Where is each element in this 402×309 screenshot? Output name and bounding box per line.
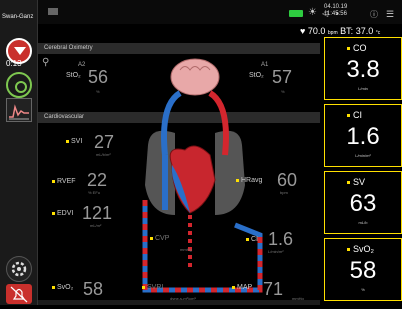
info-icon[interactable]: ⓘ [370,9,378,20]
zoom-icon[interactable]: ⚲ [42,57,49,68]
oxi-right-label: StO₂ [249,72,264,79]
svo2-label: SvO₂ [52,284,73,291]
bt-unit: °c [375,30,381,36]
oxi-right-value[interactable]: 57 [272,67,292,88]
hravg-value[interactable]: 60 [277,170,297,191]
oxi-left-channel: A2 [78,62,86,68]
tile-sv-label: SV [353,177,366,187]
rvef-value[interactable]: 22 [87,170,107,191]
svi-label: SVI [66,138,82,145]
left-lung [145,130,175,215]
oxi-left-value[interactable]: 56 [88,67,108,88]
cvp-unit: mmHg [180,247,192,252]
brightness-icon[interactable]: ☀ [308,7,317,18]
tile-ci-unit: L/min/m² [355,153,371,158]
heart-icon: ♥ [300,26,306,36]
tile-co-value: 3.8 [346,56,380,83]
date-text: 04.10.19 [324,4,348,10]
tile-co[interactable]: CO 3.8 L/min [324,37,402,100]
svi-value[interactable]: 27 [94,132,114,153]
bt-value: 37.0 [355,26,374,36]
trend-view-button[interactable] [6,98,32,122]
battery-icon [289,10,303,17]
section-cerebral-oximetry: Cerebral Oximetry [38,43,320,54]
edvi-unit: mL/m² [90,223,102,228]
tile-svo2-value: 58 [349,257,377,284]
hr-value: 70.0 [307,26,326,36]
oxi-left-unit: % [96,89,100,94]
oxi-right-unit: % [281,89,285,94]
tile-svo2[interactable]: SvO₂ 58 % [324,238,402,301]
trend-chart-icon [9,104,29,120]
cycle-timer: 0:13 [6,59,22,68]
map-label: MAP [232,284,252,291]
tile-co-label: CO [353,43,367,53]
tile-sv-unit: mL/b [358,220,368,225]
settings-gear-icon[interactable] [6,256,32,282]
cvp-label: CVP [150,235,169,242]
brain-graphic [170,58,220,96]
bottom-strip [38,300,320,305]
tile-ci-label: CI [353,110,362,120]
bt-label: BT: [340,26,354,36]
rvef-label: RVEF [52,178,76,185]
time-text: 11:45:56 [324,11,347,17]
oxi-left-label: StO₂ [66,72,81,79]
date-time: 04.10.19 11:45:56 [324,4,347,18]
tile-co-unit: L/min [358,86,368,91]
status-bar [38,0,402,24]
tile-svo2-label: SvO₂ [353,244,374,254]
brand-logo: Swan-Ganz [2,14,34,20]
svri-label: SVRI [142,284,163,291]
hr-bt-readout: ♥ 70.0 bpm BT: 37.0 °c [300,26,380,36]
edvi-label: EDVI [52,210,73,217]
target-icon[interactable] [6,72,32,98]
ci-label: CI [246,236,258,243]
rvef-unit: % EFu [88,190,101,195]
tile-ci-value: 1.6 [346,123,380,150]
camera-icon[interactable] [48,7,58,15]
tile-ci[interactable]: CI 1.6 L/min/m² [324,104,402,167]
svi-unit: mL/b/m² [96,152,111,157]
map-value[interactable]: 71 [263,279,283,300]
menu-icon[interactable]: ☰ [386,9,394,20]
ci-value[interactable]: 1.6 [268,229,293,250]
svo2-value[interactable]: 58 [83,279,103,300]
tile-sv[interactable]: SV 63 mL/b [324,171,402,234]
oxi-right-channel: A1 [261,62,269,68]
hravg-label: HRavg [236,177,262,184]
hravg-unit: bpm [280,190,288,195]
right-lung [215,130,245,215]
ci-unit: L/min/m² [268,249,284,254]
edvi-value[interactable]: 121 [82,203,112,224]
hr-unit: bpm [327,30,338,36]
alarm-silence-bell-icon[interactable] [6,284,32,304]
tile-svo2-unit: % [361,287,365,292]
tile-sv-value: 63 [349,190,377,217]
